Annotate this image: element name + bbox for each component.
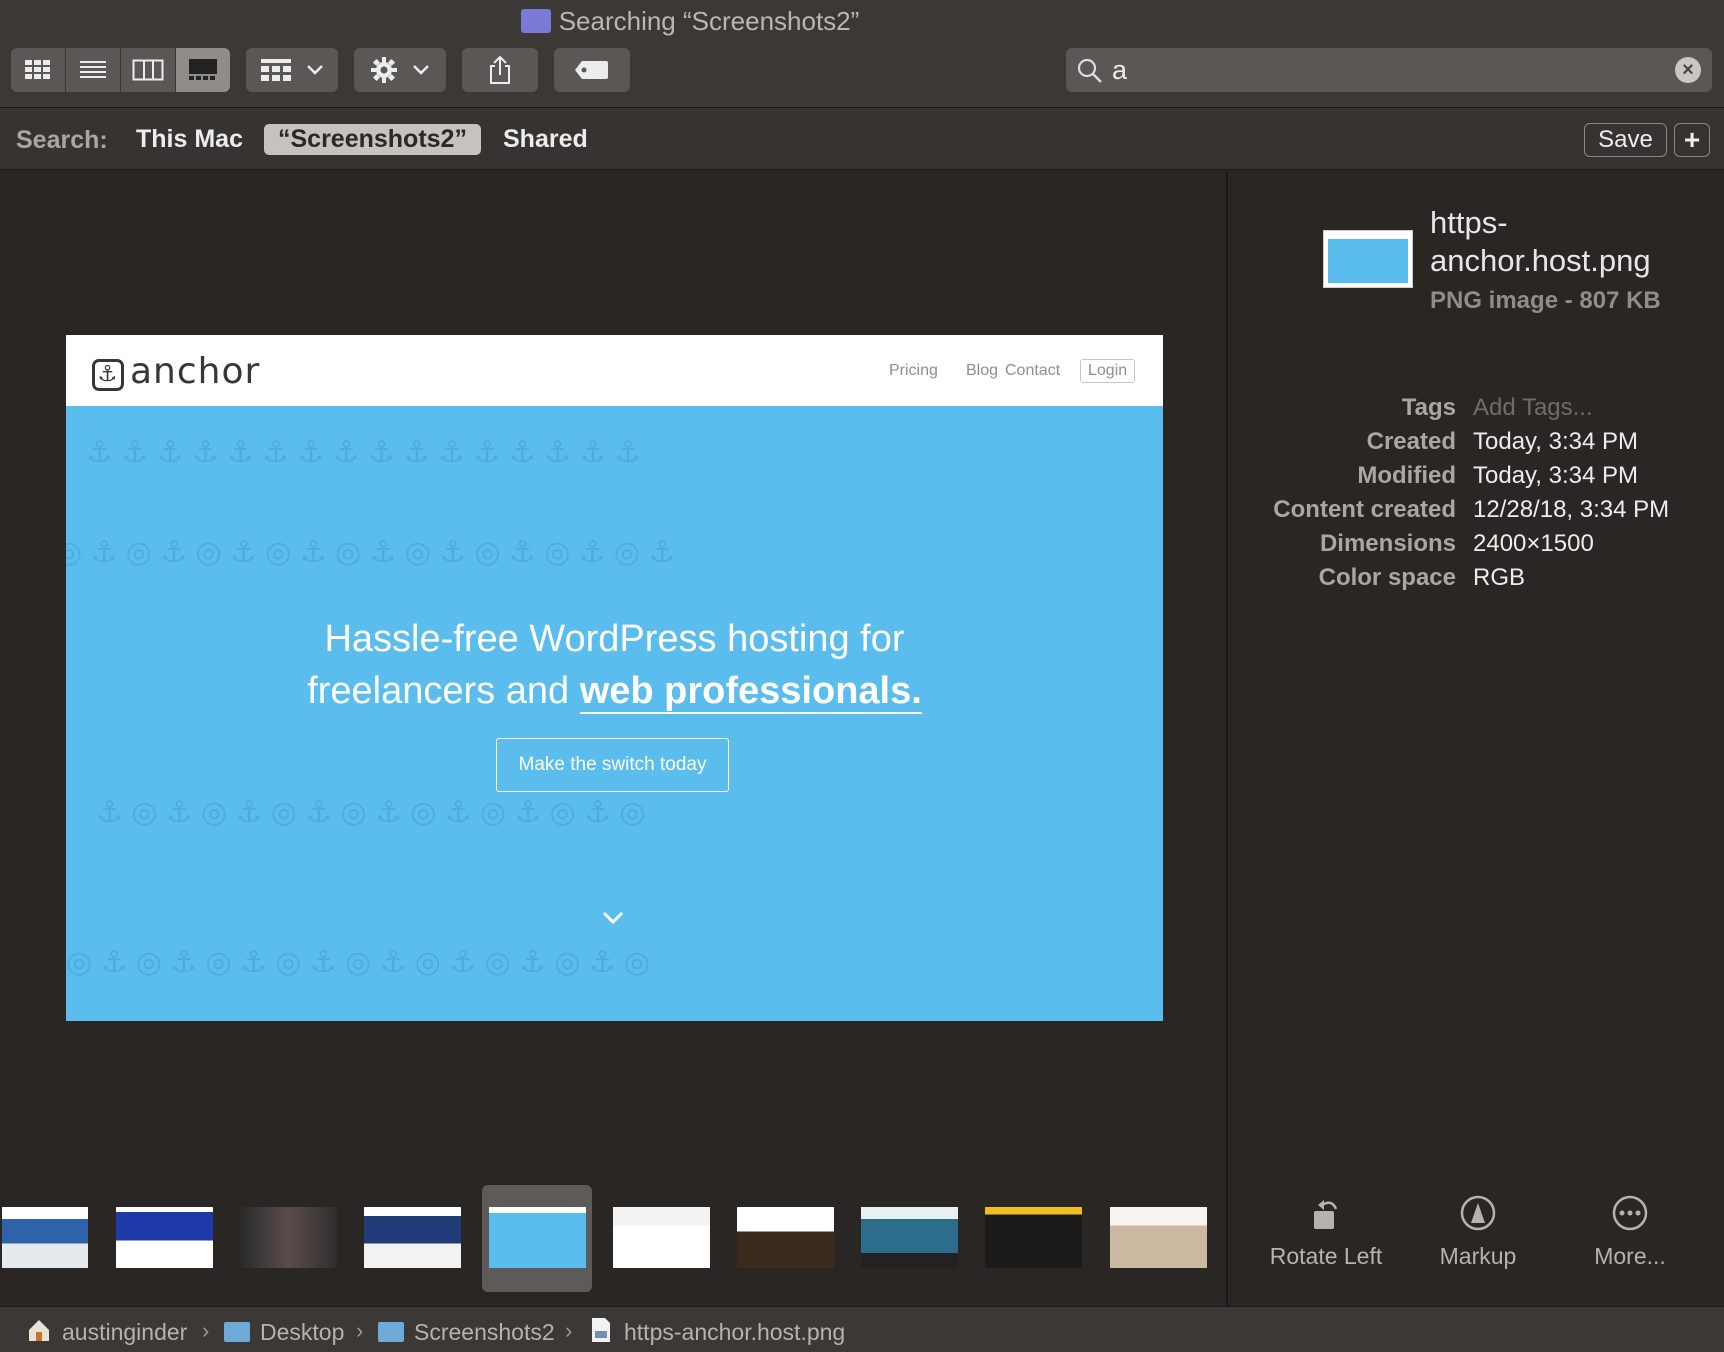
window-title: Searching “Screenshots2” [0, 6, 1380, 37]
thumbnail[interactable] [737, 1207, 834, 1268]
thumbnail[interactable] [489, 1207, 586, 1268]
add-tags-field[interactable]: Add Tags... [1473, 394, 1593, 422]
preview-cta: Make the switch today [496, 738, 729, 792]
headline-line-2: freelancers and web professionals. [307, 670, 922, 714]
add-criteria-button[interactable]: + [1674, 123, 1710, 157]
scope-screenshots2[interactable]: “Screenshots2” [264, 124, 481, 155]
share-button[interactable] [462, 48, 538, 92]
file-kind: PNG image - 807 KB [1430, 287, 1661, 314]
gallery-preview-image: ⚓ ⚓ ⚓ ⚓ ⚓ ⚓ ⚓ ⚓ ⚓ ⚓ ⚓ ⚓ ⚓ ⚓ ⚓ ⚓ ◎ ⚓ ◎ ⚓ … [66, 335, 1163, 1021]
column-view-button[interactable] [121, 48, 176, 92]
more-icon [1612, 1195, 1648, 1231]
rotate-left-button[interactable]: Rotate Left [1251, 1193, 1401, 1270]
meta-tags-label: Tags [1401, 394, 1456, 421]
thumbnail[interactable] [613, 1207, 710, 1268]
search-input[interactable]: a [1112, 55, 1127, 86]
more-button[interactable]: More... [1555, 1193, 1705, 1270]
thumbnail[interactable] [116, 1207, 213, 1268]
gallery-view-button[interactable] [176, 48, 230, 92]
path-bar: austinginder › Desktop › Screenshots2 › … [0, 1306, 1724, 1352]
pattern-text: ◎ ⚓ ◎ ⚓ ◎ ⚓ ◎ ⚓ ◎ ⚓ ◎ ⚓ ◎ ⚓ ◎ ⚓ ◎ ⚓ [66, 536, 676, 569]
markup-icon [1460, 1195, 1496, 1231]
meta-content-created-value: 12/28/18, 3:34 PM [1473, 496, 1670, 523]
group-by-button[interactable] [246, 48, 338, 92]
save-search-button[interactable]: Save [1584, 123, 1667, 157]
list-view-button[interactable] [66, 48, 121, 92]
meta-dimensions-label: Dimensions [1319, 530, 1456, 557]
meta-created-label: Created [1366, 428, 1456, 455]
path-item-desktop[interactable]: Desktop [260, 1319, 344, 1346]
scope-this-mac[interactable]: This Mac [136, 125, 243, 154]
path-item-screenshots2[interactable]: Screenshots2 [414, 1319, 555, 1346]
smart-folder-icon [520, 9, 551, 33]
chevron-down-icon [307, 65, 323, 75]
preview-logo: ⚓ anchor [92, 351, 260, 392]
preview-nav-contact: Contact [1005, 362, 1061, 379]
gallery-icon [189, 59, 217, 80]
pane-divider[interactable] [1226, 171, 1228, 1306]
thumbnail[interactable] [1110, 1207, 1207, 1268]
file-thumbnail [1323, 230, 1413, 288]
png-file-icon [592, 1318, 610, 1342]
chevron-down-icon [413, 65, 429, 75]
search-icon [1077, 58, 1102, 83]
chevron-right-icon: › [356, 1318, 364, 1343]
path-item-file[interactable]: https-anchor.host.png [624, 1319, 845, 1346]
anchor-icon: ⚓ [92, 359, 124, 391]
thumbnail[interactable] [861, 1207, 958, 1268]
file-name: https-anchor.host.png [1430, 205, 1651, 278]
tag-icon [575, 61, 608, 79]
meta-content-created-label: Content created [1273, 496, 1456, 523]
meta-created-value: Today, 3:34 PM [1473, 428, 1638, 455]
meta-modified-label: Modified [1357, 462, 1456, 489]
meta-color-space-label: Color space [1318, 564, 1456, 591]
clear-search-icon[interactable]: × [1675, 57, 1701, 83]
action-menu-button[interactable] [354, 48, 446, 92]
thumbnail[interactable] [2, 1207, 88, 1268]
folder-icon [378, 1322, 404, 1342]
search-field[interactable]: a × [1066, 48, 1712, 92]
pattern-text: ◎ ⚓ ◎ ⚓ ◎ ⚓ ◎ ⚓ ◎ ⚓ ◎ ⚓ ◎ ⚓ ◎ ⚓ ◎ [66, 946, 651, 979]
chevron-down-icon [602, 911, 624, 925]
list-icon [80, 61, 106, 78]
preview-login: Login [1080, 359, 1136, 383]
scope-shared[interactable]: Shared [503, 125, 588, 154]
preview-nav-blog: Blog [966, 362, 999, 379]
meta-modified-value: Today, 3:34 PM [1473, 462, 1638, 489]
pattern-text: ⚓ ⚓ ⚓ ⚓ ⚓ ⚓ ⚓ ⚓ ⚓ ⚓ ⚓ ⚓ ⚓ ⚓ ⚓ ⚓ [86, 436, 642, 469]
headline-emphasis: web professionals. [579, 670, 922, 714]
tags-button[interactable] [554, 48, 630, 92]
rotate-left-icon [1314, 1200, 1338, 1229]
markup-button[interactable]: Markup [1403, 1193, 1553, 1270]
home-icon [29, 1320, 49, 1341]
search-scope-bar: Search: This Mac “Screenshots2” Shared S… [0, 108, 1724, 170]
thumbnail[interactable] [985, 1207, 1082, 1268]
columns-icon [132, 59, 164, 81]
thumbnail[interactable] [240, 1207, 337, 1268]
group-grid-icon [261, 59, 291, 81]
path-item-home[interactable]: austinginder [62, 1319, 187, 1346]
pattern-text: ⚓ ◎ ⚓ ◎ ⚓ ◎ ⚓ ◎ ⚓ ◎ ⚓ ◎ ⚓ ◎ ⚓ ◎ [96, 796, 646, 829]
gear-icon [371, 57, 397, 83]
meta-dimensions-value: 2400×1500 [1473, 530, 1594, 557]
meta-color-space-value: RGB [1473, 564, 1526, 591]
view-mode-segmented-control [11, 48, 230, 92]
preview-site-header: ⚓ anchor Pricing Blog Contact Login [66, 335, 1163, 406]
chevron-right-icon: › [565, 1318, 573, 1343]
thumbnail[interactable] [364, 1207, 461, 1268]
preview-nav-pricing: Pricing [889, 362, 938, 379]
chevron-right-icon: › [202, 1318, 210, 1343]
icon-view-button[interactable] [11, 48, 66, 92]
folder-icon [224, 1322, 250, 1342]
search-scope-label: Search: [16, 126, 108, 154]
preview-headline: Hassle-free WordPress hosting for freela… [66, 613, 1163, 717]
share-icon [490, 55, 510, 84]
toolbar: Searching “Screenshots2” a × [0, 0, 1724, 108]
grid-icon [25, 60, 50, 79]
headline-line-1: Hassle-free WordPress hosting for [324, 618, 905, 660]
